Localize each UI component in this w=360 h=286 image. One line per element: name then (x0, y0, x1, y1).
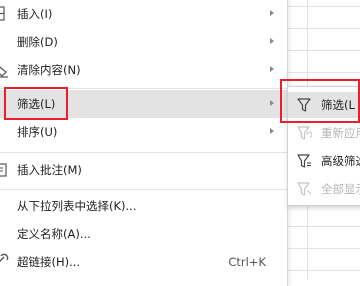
menu-separator (0, 152, 287, 153)
menu-item-insert-comment[interactable]: 插入批注(M) (0, 156, 287, 184)
filter-submenu: 筛选(L 重新应用 高级筛选 全部显示 (287, 86, 360, 206)
shortcut-text: Ctrl+K (228, 255, 266, 269)
menu-item-clear-contents[interactable]: 清除内容(N) (0, 56, 287, 84)
submenu-arrow-icon (270, 66, 274, 72)
menu-item-label: 插入批注(M) (17, 163, 82, 177)
menu-item-label: 排序(U) (17, 125, 58, 139)
submenu-arrow-icon (270, 128, 274, 134)
menu-item-label: 超链接(H)... (17, 255, 81, 269)
menu-item-sort[interactable]: 排序(U) (0, 118, 287, 146)
submenu-arrow-icon (270, 10, 274, 16)
submenu-arrow-icon (270, 100, 274, 106)
menu-item-delete[interactable]: 删除(D) (0, 28, 287, 56)
menu-item-label: 筛选(L) (17, 97, 56, 111)
filter-icon (296, 97, 312, 113)
submenu-item-label: 重新应用 (321, 126, 360, 140)
menu-item-label: 从下拉列表中选择(K)... (17, 199, 137, 213)
insert-icon (0, 0, 10, 28)
menu-item-filter[interactable]: 筛选(L) (0, 90, 287, 118)
comment-icon (0, 156, 10, 184)
hyperlink-icon (0, 248, 10, 276)
show-all-icon (296, 181, 312, 197)
menu-separator (0, 88, 287, 89)
menu-item-define-name[interactable]: 定义名称(A)... (0, 220, 287, 248)
submenu-item-label: 筛选(L (321, 98, 355, 112)
clear-icon (0, 56, 10, 84)
submenu-item-advanced-filter[interactable]: 高级筛选 (288, 148, 360, 174)
menu-item-label: 清除内容(N) (17, 63, 81, 77)
submenu-item-reapply[interactable]: 重新应用 (288, 120, 360, 146)
menu-item-hyperlink[interactable]: 超链接(H)... Ctrl+K (0, 248, 287, 276)
submenu-arrow-icon (270, 38, 274, 44)
menu-item-insert[interactable]: 插入(I) (0, 0, 287, 28)
context-menu: 插入(I) 删除(D) 清除内容(N) 筛选(L) 排序(U) 插入批注(M) … (0, 0, 288, 286)
menu-item-pick-from-dropdown[interactable]: 从下拉列表中选择(K)... (0, 192, 287, 220)
submenu-item-label: 全部显示 (321, 182, 360, 196)
menu-item-label: 定义名称(A)... (17, 227, 91, 241)
menu-item-label: 插入(I) (17, 7, 53, 21)
submenu-item-show-all[interactable]: 全部显示 (288, 176, 360, 202)
menu-item-label: 删除(D) (17, 35, 58, 49)
advanced-filter-icon (296, 153, 312, 169)
submenu-item-filter[interactable]: 筛选(L (288, 92, 360, 118)
submenu-item-label: 高级筛选 (321, 154, 360, 168)
menu-separator (0, 189, 287, 190)
reapply-filter-icon (296, 125, 313, 141)
